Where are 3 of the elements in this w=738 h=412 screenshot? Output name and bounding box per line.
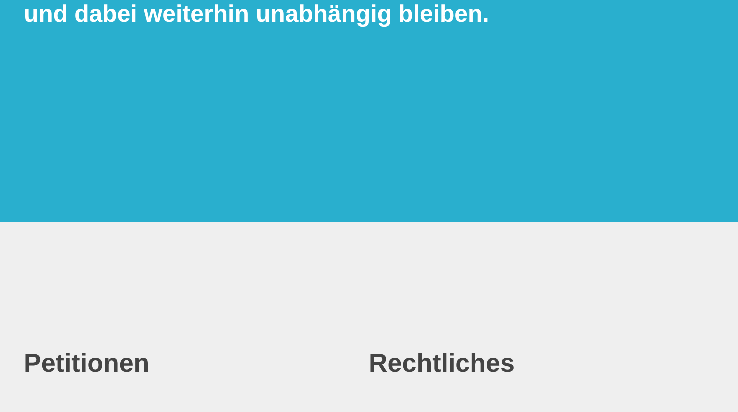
column-heading: Petitionen <box>24 348 151 380</box>
column-heading: Rechtliches <box>369 348 516 380</box>
banner-text: und dabei weiterhin unabhängig bleiben. <box>24 0 490 28</box>
